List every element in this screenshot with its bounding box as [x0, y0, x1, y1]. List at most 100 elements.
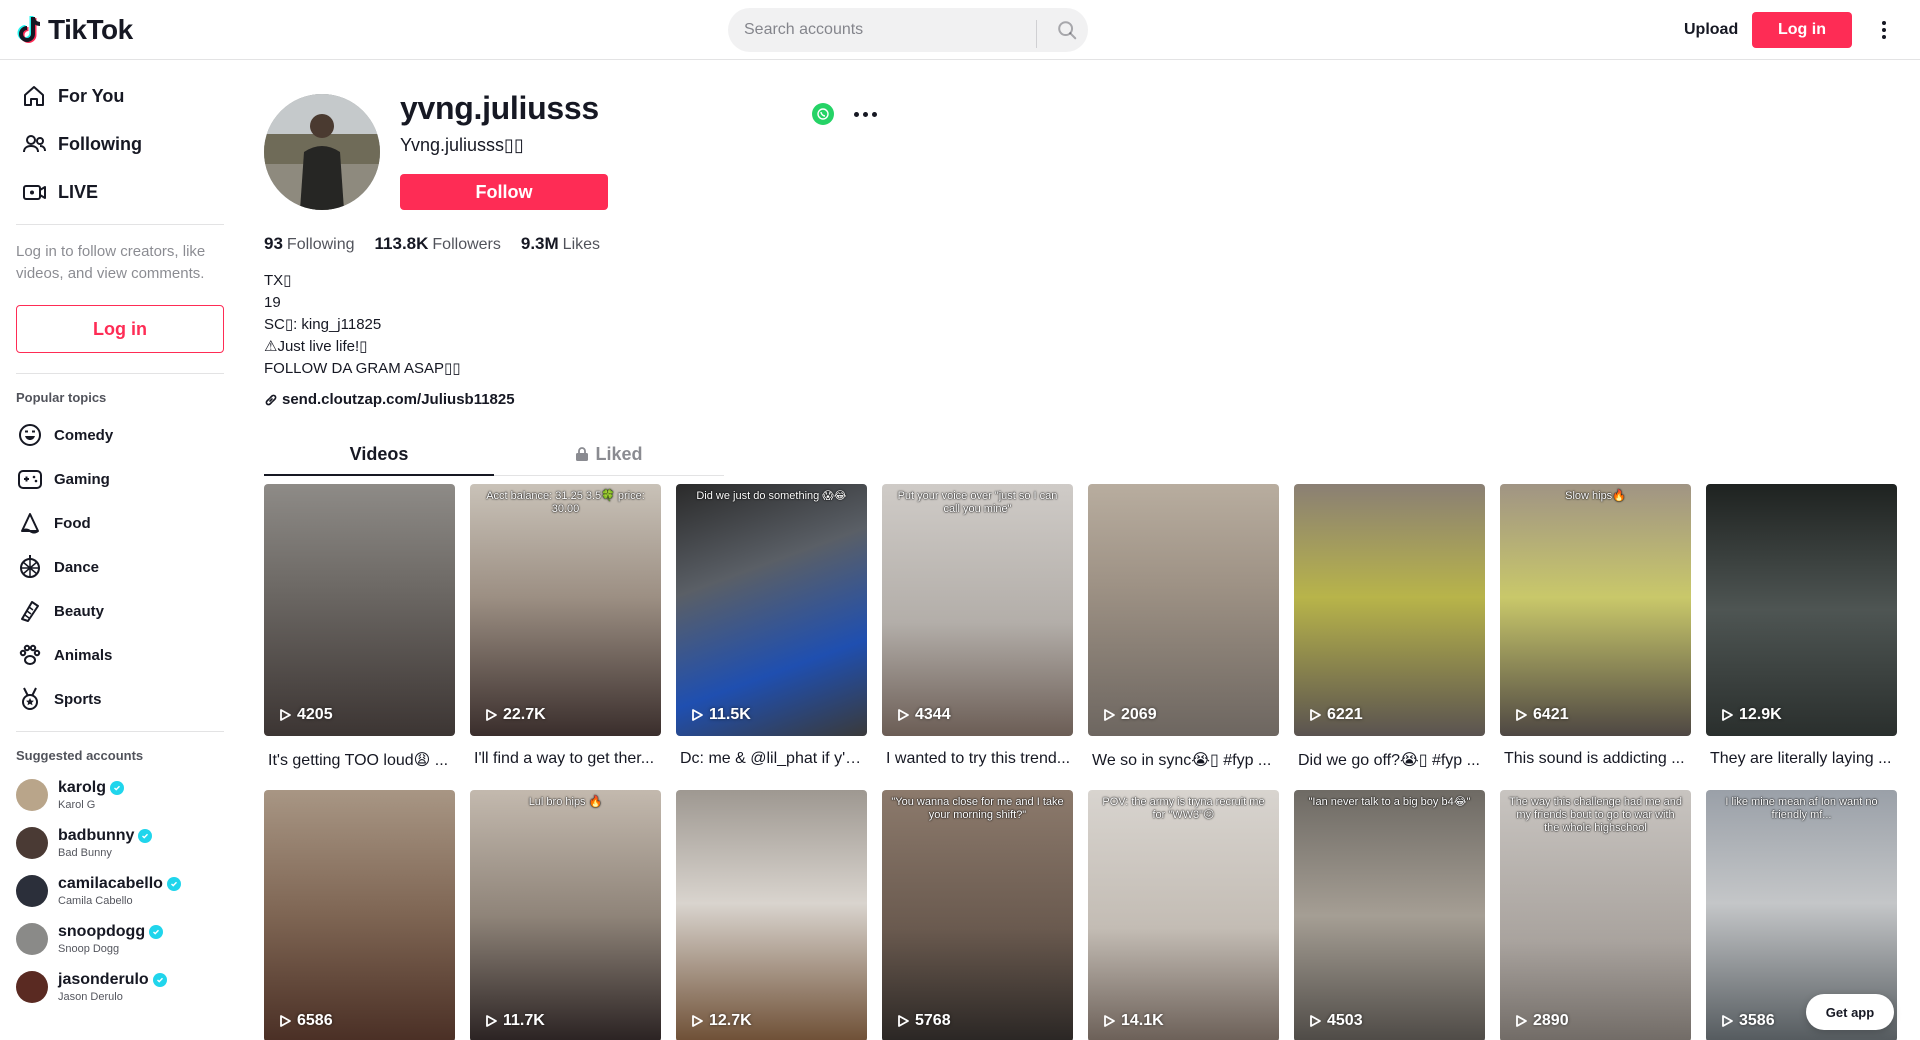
- avatar-image: [264, 94, 380, 210]
- tab-active-indicator: [264, 474, 494, 476]
- suggested-accounts-title: Suggested accounts: [16, 748, 144, 763]
- video-card[interactable]: 2069 We so in sync😭▯ #fyp ...: [1088, 484, 1279, 790]
- suggested-account-jasonderulo[interactable]: jasonderulo Jason Derulo: [16, 963, 224, 1011]
- video-grid: 4205 It's getting TOO loud😩 ... Acct balan…: [264, 484, 1904, 1040]
- video-thumbnail[interactable]: 12.9K: [1706, 484, 1897, 736]
- suggested-account-badbunny[interactable]: badbunny Bad Bunny: [16, 819, 224, 867]
- video-view-count: 11.7K: [503, 1012, 545, 1029]
- video-card[interactable]: 4205 It's getting TOO loud😩 ...: [264, 484, 455, 790]
- profile-link[interactable]: send.cloutzap.com/Juliusb11825: [264, 391, 515, 408]
- video-thumbnail[interactable]: The way this challenge had me and my fri…: [1500, 790, 1691, 1040]
- suggested-account-snoopdogg[interactable]: snoopdogg Snoop Dogg: [16, 915, 224, 963]
- stat-followers[interactable]: 113.8K Followers: [375, 234, 501, 254]
- video-card[interactable]: POV: the army is tryna recruit me for "W…: [1088, 790, 1279, 1040]
- search-input[interactable]: [744, 21, 1024, 39]
- header-login-button[interactable]: Log in: [1752, 12, 1852, 48]
- account-names: karolg Karol G: [58, 779, 125, 811]
- video-card[interactable]: 12.7K: [676, 790, 867, 1040]
- video-description[interactable]: Did we go off?😭▯ #fyp ...: [1294, 736, 1485, 790]
- sidebar-login-button[interactable]: Log in: [16, 305, 224, 353]
- video-description[interactable]: We so in sync😭▯ #fyp ...: [1088, 736, 1279, 790]
- video-views: 11.7K: [484, 1012, 545, 1030]
- play-icon: [1722, 709, 1733, 721]
- video-thumbnail[interactable]: Lul bro hips 🔥 11.7K: [470, 790, 661, 1040]
- brand-name: TikTok: [48, 14, 133, 45]
- tab-liked[interactable]: Liked: [494, 432, 724, 476]
- play-icon: [486, 709, 497, 721]
- whatsapp-share-icon[interactable]: [812, 103, 834, 125]
- video-thumbnail[interactable]: Slow hips🔥 6421: [1500, 484, 1691, 736]
- profile-more-icon[interactable]: [854, 112, 877, 117]
- avatar: [16, 779, 48, 811]
- video-thumbnail[interactable]: Put your voice over "just so I can call …: [882, 484, 1073, 736]
- follow-button[interactable]: Follow: [400, 174, 608, 210]
- suggested-account-karolg[interactable]: karolg Karol G: [16, 771, 224, 819]
- suggested-accounts-list: karolg Karol G badbunny Bad Bunny camilacabe…: [16, 771, 224, 1011]
- video-thumbnail[interactable]: 2069: [1088, 484, 1279, 736]
- topic-dance[interactable]: Dance: [16, 545, 224, 589]
- topic-beauty[interactable]: Beauty: [16, 589, 224, 633]
- food-icon: [21, 513, 39, 534]
- video-thumbnail[interactable]: 12.7K: [676, 790, 867, 1040]
- search-button[interactable]: [1046, 8, 1088, 52]
- more-options-icon[interactable]: [1872, 16, 1896, 44]
- video-card[interactable]: "Ian never talk to a big boy b4😂" 4503: [1294, 790, 1485, 1040]
- video-views: 14.1K: [1102, 1012, 1164, 1030]
- video-view-count: 4503: [1327, 1012, 1363, 1029]
- video-view-count: 6421: [1533, 706, 1569, 723]
- video-thumbnail[interactable]: 6586: [264, 790, 455, 1040]
- topic-sports[interactable]: Sports: [16, 677, 224, 721]
- nav-for-you[interactable]: For You: [16, 72, 224, 120]
- video-views: 4503: [1308, 1012, 1363, 1030]
- video-card[interactable]: 12.9K They are literally laying ...: [1706, 484, 1897, 790]
- video-card[interactable]: Slow hips🔥 6421 This sound is addicting ..…: [1500, 484, 1691, 790]
- tiktok-logo[interactable]: TikTok: [16, 14, 133, 46]
- video-thumbnail[interactable]: "You wanna close for me and I take your …: [882, 790, 1073, 1040]
- suggested-account-camilacabello[interactable]: camilacabello Camila Cabello: [16, 867, 224, 915]
- video-card[interactable]: 6221 Did we go off?😭▯ #fyp ...: [1294, 484, 1485, 790]
- topic-animals[interactable]: Animals: [16, 633, 224, 677]
- video-views: 6586: [278, 1012, 333, 1030]
- search-bar[interactable]: [728, 8, 1088, 52]
- video-view-count: 12.7K: [709, 1012, 752, 1029]
- topic-food[interactable]: Food: [16, 501, 224, 545]
- topic-gaming[interactable]: Gaming: [16, 457, 224, 501]
- upload-button[interactable]: Upload: [1668, 12, 1754, 48]
- video-card[interactable]: Did we just do something 😱😂 11.5K Dc: me &…: [676, 484, 867, 790]
- video-card[interactable]: Lul bro hips 🔥 11.7K: [470, 790, 661, 1040]
- nav-label: LIVE: [58, 181, 99, 202]
- nav-following[interactable]: Following: [16, 120, 224, 168]
- video-description[interactable]: Dc: me & @lil_phat if y'a...: [676, 736, 867, 790]
- avatar: [16, 827, 48, 859]
- video-thumbnail[interactable]: 4205: [264, 484, 455, 736]
- nav-live[interactable]: LIVE: [16, 168, 224, 216]
- video-thumbnail[interactable]: Did we just do something 😱😂 11.5K: [676, 484, 867, 736]
- video-card[interactable]: "You wanna close for me and I take your …: [882, 790, 1073, 1040]
- tab-videos[interactable]: Videos: [264, 432, 494, 476]
- video-card[interactable]: 6586: [264, 790, 455, 1040]
- video-description[interactable]: I wanted to try this trend...: [882, 736, 1073, 790]
- search-divider: [1036, 20, 1037, 48]
- video-card[interactable]: Acct balance: 31.25 3.5🍀 price: 30.00 22.…: [470, 484, 661, 790]
- profile-stats: 93 Following 113.8K Followers 9.3M Likes: [264, 234, 600, 254]
- topic-comedy[interactable]: Comedy: [16, 413, 224, 457]
- video-description[interactable]: This sound is addicting ...: [1500, 736, 1691, 790]
- video-thumbnail[interactable]: "Ian never talk to a big boy b4😂" 4503: [1294, 790, 1485, 1040]
- video-thumbnail[interactable]: POV: the army is tryna recruit me for "W…: [1088, 790, 1279, 1040]
- video-card[interactable]: The way this challenge had me and my fri…: [1500, 790, 1691, 1040]
- video-description[interactable]: They are literally laying ...: [1706, 736, 1897, 790]
- verified-badge-icon: [110, 781, 125, 795]
- video-description[interactable]: It's getting TOO loud😩 ...: [264, 736, 455, 790]
- video-overlay-caption: The way this challenge had me and my fri…: [1508, 796, 1683, 834]
- video-card[interactable]: Put your voice over "just so I can call …: [882, 484, 1073, 790]
- account-display-name: Camila Cabello: [58, 895, 133, 907]
- video-thumbnail[interactable]: 6221: [1294, 484, 1485, 736]
- topic-label: Animals: [54, 646, 113, 664]
- whatsapp-glyph-icon: [817, 108, 829, 120]
- get-app-button[interactable]: Get app: [1806, 994, 1894, 1030]
- video-thumbnail[interactable]: Acct balance: 31.25 3.5🍀 price: 30.00 22.…: [470, 484, 661, 736]
- video-description[interactable]: I'll find a way to get ther...: [470, 736, 661, 790]
- stat-following[interactable]: 93 Following: [264, 234, 355, 254]
- verified-badge-icon: [152, 973, 167, 987]
- account-names: jasonderulo Jason Derulo: [58, 971, 167, 1003]
